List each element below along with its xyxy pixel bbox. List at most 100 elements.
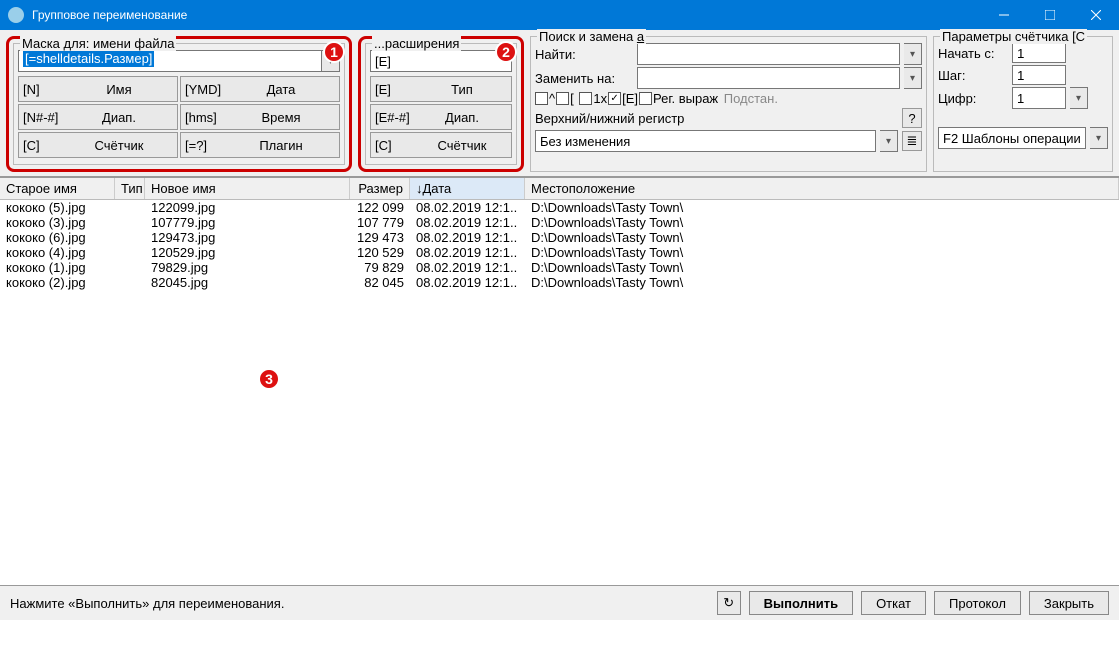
case-select[interactable]: Без изменения bbox=[535, 130, 876, 152]
find-label: Найти: bbox=[535, 47, 633, 62]
cell-type bbox=[115, 215, 145, 230]
cell-type bbox=[115, 275, 145, 290]
help-button[interactable]: ? bbox=[902, 108, 922, 128]
start-input[interactable] bbox=[1012, 43, 1066, 63]
cell-loc: D:\Downloads\Tasty Town\ bbox=[525, 260, 1119, 275]
btn-time-hms[interactable]: [hms]Время bbox=[180, 104, 340, 130]
minimize-button[interactable] bbox=[981, 0, 1027, 30]
find-input[interactable] bbox=[637, 43, 900, 65]
statusbar: Нажмите «Выполнить» для переименования. … bbox=[0, 585, 1119, 620]
cell-new: 82045.jpg bbox=[145, 275, 350, 290]
table-row[interactable]: кококо (4).jpg120529.jpg120 52908.02.201… bbox=[0, 245, 1119, 260]
chk-caret[interactable] bbox=[535, 92, 548, 105]
find-dropdown[interactable] bbox=[904, 43, 922, 65]
cell-loc: D:\Downloads\Tasty Town\ bbox=[525, 275, 1119, 290]
chk-regex[interactable] bbox=[639, 92, 652, 105]
cell-old: кококо (5).jpg bbox=[0, 200, 115, 215]
undo-button[interactable]: Откат bbox=[861, 591, 926, 615]
cell-type bbox=[115, 200, 145, 215]
btn-ext-type[interactable]: [E]Тип bbox=[370, 76, 512, 102]
cell-loc: D:\Downloads\Tasty Town\ bbox=[525, 200, 1119, 215]
extension-mask-input[interactable]: [E] bbox=[370, 50, 512, 72]
btn-plugin[interactable]: [=?]Плагин bbox=[180, 132, 340, 158]
table-row[interactable]: кококо (5).jpg122099.jpg122 09908.02.201… bbox=[0, 200, 1119, 215]
templates-dropdown[interactable] bbox=[1090, 127, 1108, 149]
cell-new: 79829.jpg bbox=[145, 260, 350, 275]
cell-new: 120529.jpg bbox=[145, 245, 350, 260]
app-icon bbox=[8, 7, 24, 23]
filename-mask-highlight: 1 Маска для: имени файла [=shelldetails.… bbox=[6, 36, 352, 172]
cell-size: 129 473 bbox=[350, 230, 410, 245]
protocol-button[interactable]: Протокол bbox=[934, 591, 1021, 615]
cell-loc: D:\Downloads\Tasty Town\ bbox=[525, 230, 1119, 245]
case-dropdown[interactable] bbox=[880, 130, 898, 152]
table-row[interactable]: кококо (1).jpg 79829.jpg79 82908.02.2019 … bbox=[0, 260, 1119, 275]
cell-size: 82 045 bbox=[350, 275, 410, 290]
col-location[interactable]: Местоположение bbox=[525, 178, 1119, 199]
cell-old: кококо (4).jpg bbox=[0, 245, 115, 260]
filename-mask-title: Маска для: имени файла bbox=[20, 36, 176, 51]
file-table: Старое имя Тип Новое имя Размер ↓Дата Ме… bbox=[0, 177, 1119, 585]
badge-1: 1 bbox=[323, 41, 345, 63]
cell-size: 79 829 bbox=[350, 260, 410, 275]
status-message: Нажмите «Выполнить» для переименования. bbox=[10, 596, 709, 611]
start-label: Начать с: bbox=[938, 46, 1008, 61]
cell-old: кококо (6).jpg bbox=[0, 230, 115, 245]
cell-date: 08.02.2019 12:1.. bbox=[410, 260, 525, 275]
btn-range-n[interactable]: [N#-#]Диап. bbox=[18, 104, 178, 130]
cell-date: 08.02.2019 12:1.. bbox=[410, 200, 525, 215]
cell-loc: D:\Downloads\Tasty Town\ bbox=[525, 215, 1119, 230]
search-replace-group: Поиск и замена а Найти: Заменить на: ^ [… bbox=[530, 36, 927, 172]
templates-select[interactable]: F2 Шаблоны операции bbox=[938, 127, 1086, 149]
col-date[interactable]: ↓Дата bbox=[410, 178, 525, 199]
cell-old: кококо (2).jpg bbox=[0, 275, 115, 290]
badge-2: 2 bbox=[495, 41, 517, 63]
cell-old: кококо (1).jpg bbox=[0, 260, 115, 275]
digits-select[interactable]: 1 bbox=[1012, 87, 1066, 109]
cell-new: 122099.jpg bbox=[145, 200, 350, 215]
col-size[interactable]: Размер bbox=[350, 178, 410, 199]
reload-button[interactable]: ↻ bbox=[717, 591, 741, 615]
replace-input[interactable] bbox=[637, 67, 900, 89]
table-header: Старое имя Тип Новое имя Размер ↓Дата Ме… bbox=[0, 178, 1119, 200]
cell-loc: D:\Downloads\Tasty Town\ bbox=[525, 245, 1119, 260]
close-button[interactable] bbox=[1073, 0, 1119, 30]
btn-ext-range[interactable]: [E#-#]Диап. bbox=[370, 104, 512, 130]
case-label: Верхний/нижний регистр bbox=[535, 111, 684, 126]
digits-label: Цифр: bbox=[938, 91, 1008, 106]
col-old-name[interactable]: Старое имя bbox=[0, 178, 115, 199]
maximize-button[interactable] bbox=[1027, 0, 1073, 30]
window-title: Групповое переименование bbox=[32, 8, 981, 22]
chk-e[interactable]: ✓ bbox=[608, 92, 621, 105]
digits-dropdown[interactable] bbox=[1070, 87, 1088, 109]
filename-mask-input[interactable]: [=shelldetails.Размер] bbox=[18, 50, 322, 72]
titlebar: Групповое переименование bbox=[0, 0, 1119, 30]
search-replace-title: Поиск и замена а bbox=[537, 29, 646, 44]
cell-date: 08.02.2019 12:1.. bbox=[410, 245, 525, 260]
cell-type bbox=[115, 245, 145, 260]
execute-button[interactable]: Выполнить bbox=[749, 591, 853, 615]
table-row[interactable]: кококо (6).jpg129473.jpg129 47308.02.201… bbox=[0, 230, 1119, 245]
btn-counter-c[interactable]: [C]Счётчик bbox=[18, 132, 178, 158]
btn-name[interactable]: [N]Имя bbox=[18, 76, 178, 102]
close-dialog-button[interactable]: Закрыть bbox=[1029, 591, 1109, 615]
btn-date-ymd[interactable]: [YMD]Дата bbox=[180, 76, 340, 102]
table-row[interactable]: кококо (3).jpg107779.jpg107 77908.02.201… bbox=[0, 215, 1119, 230]
chk-1x[interactable] bbox=[579, 92, 592, 105]
cell-size: 107 779 bbox=[350, 215, 410, 230]
list-button[interactable]: ≣ bbox=[902, 131, 922, 151]
extension-mask-highlight: 2 ...расширения [E] [E]Тип [E#-#]Диап. [… bbox=[358, 36, 524, 172]
counter-group: Параметры счётчика [C Начать с: Шаг: Циф… bbox=[933, 36, 1113, 172]
cell-date: 08.02.2019 12:1.. bbox=[410, 275, 525, 290]
replace-dropdown[interactable] bbox=[904, 67, 922, 89]
counter-title: Параметры счётчика [C bbox=[940, 29, 1087, 44]
cell-type bbox=[115, 230, 145, 245]
cell-new: 129473.jpg bbox=[145, 230, 350, 245]
step-input[interactable] bbox=[1012, 65, 1066, 85]
chk-bracket[interactable] bbox=[556, 92, 569, 105]
table-row[interactable]: кококо (2).jpg 82045.jpg82 04508.02.2019 … bbox=[0, 275, 1119, 290]
extension-mask-title: ...расширения bbox=[372, 36, 461, 51]
col-type[interactable]: Тип bbox=[115, 178, 145, 199]
col-new-name[interactable]: Новое имя bbox=[145, 178, 350, 199]
btn-ext-counter[interactable]: [C]Счётчик bbox=[370, 132, 512, 158]
